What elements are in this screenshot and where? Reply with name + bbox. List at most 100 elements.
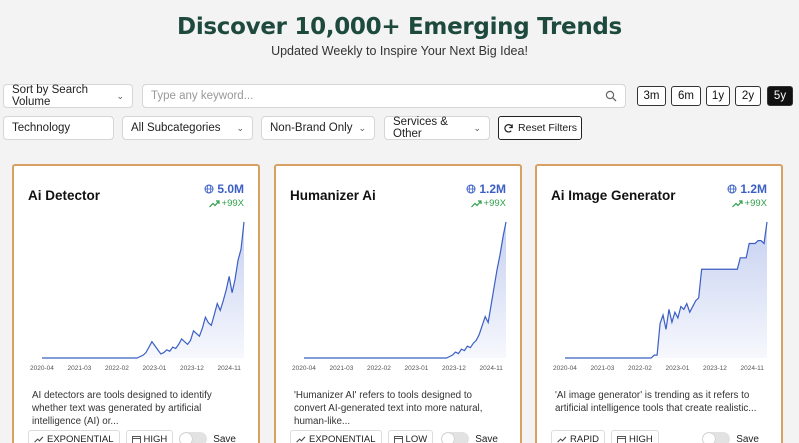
save-toggle[interactable] [702,432,731,443]
subcategory-dropdown[interactable]: All Subcategories ⌄ [122,116,253,140]
trend-chart: 2020-04 2021-03 2022-02 2023-01 2023-12 2024-… [553,221,768,372]
x-tick-label: 2024-11 [218,365,242,372]
brand-label: Non-Brand Only [270,122,353,134]
page-subtitle: Updated Weekly to Inspire Your Next Big … [271,44,528,58]
chevron-down-icon: ⌄ [116,90,124,101]
trend-line [304,221,507,359]
growth-indicator: +99X [208,198,244,209]
search-placeholder: Type any keyword... [151,90,254,102]
x-tick-label: 2020-04 [553,365,577,372]
competition-label: HIGH [629,433,653,443]
growth-value: +99X [221,198,244,209]
trend-description: AI detectors are tools designed to ident… [32,390,212,427]
trend-name: Ai Detector [28,188,101,203]
reset-filters-label: Reset Filters [518,122,577,134]
x-tick-label: 2022-02 [367,365,391,372]
trend-type-label: RAPID [570,433,600,443]
x-tick-label: 2022-02 [628,365,652,372]
category-select[interactable]: Technology [3,116,114,140]
reset-filters-button[interactable]: Reset Filters [498,116,582,140]
competition-label: LOW [405,433,428,443]
trend-type-label: EXPONENTIAL [309,433,376,443]
search-volume-value: 1.2M [740,182,767,196]
growth-value: +99X [744,198,767,209]
services-label: Services & Other [393,116,448,140]
save-label: Save [475,433,498,443]
competition-label: HIGH [143,433,168,443]
growth-indicator: +99X [470,198,506,209]
save-toggle[interactable] [179,432,208,443]
search-volume-value: 5.0M [217,182,244,196]
timeframe-button-1y[interactable]: 1y [706,86,730,106]
trending-up-icon [470,199,482,207]
trend-area [304,222,506,358]
subcategory-label: All Subcategories [131,122,221,134]
timeframe-button-3m[interactable]: 3m [637,86,666,106]
x-tick-label: 2024-11 [480,365,504,372]
growth-indicator: +99X [731,198,767,209]
trend-type-badge: RAPID [551,430,606,443]
trending-up-icon [208,199,220,207]
x-tick-label: 2023-01 [405,365,429,372]
trending-up-icon [731,199,743,207]
trending-up-icon [557,436,567,442]
category-label: Technology [12,122,71,134]
search-volume: 1.2M [727,182,767,196]
trend-type-label: EXPONENTIAL [47,433,114,443]
sort-dropdown[interactable]: Sort by Search Volume ⌄ [3,84,133,108]
trend-card[interactable]: Ai Detector 5.0M +99X AI detectors are t… [12,164,260,443]
trend-chart: 2020-04 2021-03 2022-02 2023-01 2023-12 2024-… [292,221,507,372]
search-input[interactable]: Type any keyword... [142,84,626,108]
chevron-down-icon: ⌄ [473,122,481,133]
trending-up-icon [34,436,44,442]
brand-dropdown[interactable]: Non-Brand Only ⌄ [261,116,375,140]
trend-type-badge: EXPONENTIAL [28,430,120,443]
search-volume: 5.0M [204,182,244,196]
competition-badge: HIGH [125,430,174,443]
chevron-down-icon: ⌄ [236,122,244,133]
save-label: Save [213,433,236,443]
calendar-icon [393,435,403,443]
competition-badge: LOW [387,430,434,443]
x-tick-label: 2023-12 [180,365,204,372]
services-dropdown[interactable]: Services & Other ⌄ [384,116,490,140]
x-tick-label: 2020-04 [292,365,316,372]
x-tick-label: 2021-03 [68,365,92,372]
trend-description: 'AI image generator' is trending as it r… [555,390,757,414]
trend-card[interactable]: Humanizer Ai 1.2M +99X 'Humanizer AI' re… [274,164,522,443]
timeframe-button-2y[interactable]: 2y [735,86,761,106]
trend-card[interactable]: Ai Image Generator 1.2M +99X 'AI image g… [535,164,783,443]
globe-icon [204,184,214,194]
trend-chart: 2020-04 2021-03 2022-02 2023-01 2023-12 2024-… [30,221,245,372]
search-volume-value: 1.2M [479,182,506,196]
page-title: Discover 10,000+ Emerging Trends [177,14,622,40]
trend-name: Ai Image Generator [551,188,676,203]
trend-name: Humanizer Ai [290,188,376,203]
search-volume: 1.2M [466,182,506,196]
refresh-icon [504,123,513,133]
competition-badge: HIGH [611,430,659,443]
timeframe-button-5y[interactable]: 5y [767,86,793,106]
x-tick-label: 2024-11 [741,365,765,372]
x-tick-label: 2021-03 [591,365,615,372]
sort-label: Sort by Search Volume [12,84,89,108]
search-icon[interactable] [605,90,617,102]
x-tick-label: 2023-01 [666,365,690,372]
x-tick-label: 2023-12 [442,365,466,372]
trending-up-icon [296,436,306,442]
x-tick-label: 2023-12 [703,365,727,372]
growth-value: +99X [483,198,506,209]
calendar-icon [617,435,626,443]
calendar-icon [131,435,141,443]
trend-area [565,222,767,358]
x-tick-label: 2022-02 [105,365,129,372]
chevron-down-icon: ⌄ [358,122,366,133]
globe-icon [466,184,476,194]
save-toggle[interactable] [441,432,470,443]
trend-type-badge: EXPONENTIAL [290,430,382,443]
timeframe-button-6m[interactable]: 6m [671,86,701,106]
trend-area [42,222,244,358]
x-tick-label: 2020-04 [30,365,54,372]
x-tick-label: 2021-03 [330,365,354,372]
globe-icon [727,184,737,194]
